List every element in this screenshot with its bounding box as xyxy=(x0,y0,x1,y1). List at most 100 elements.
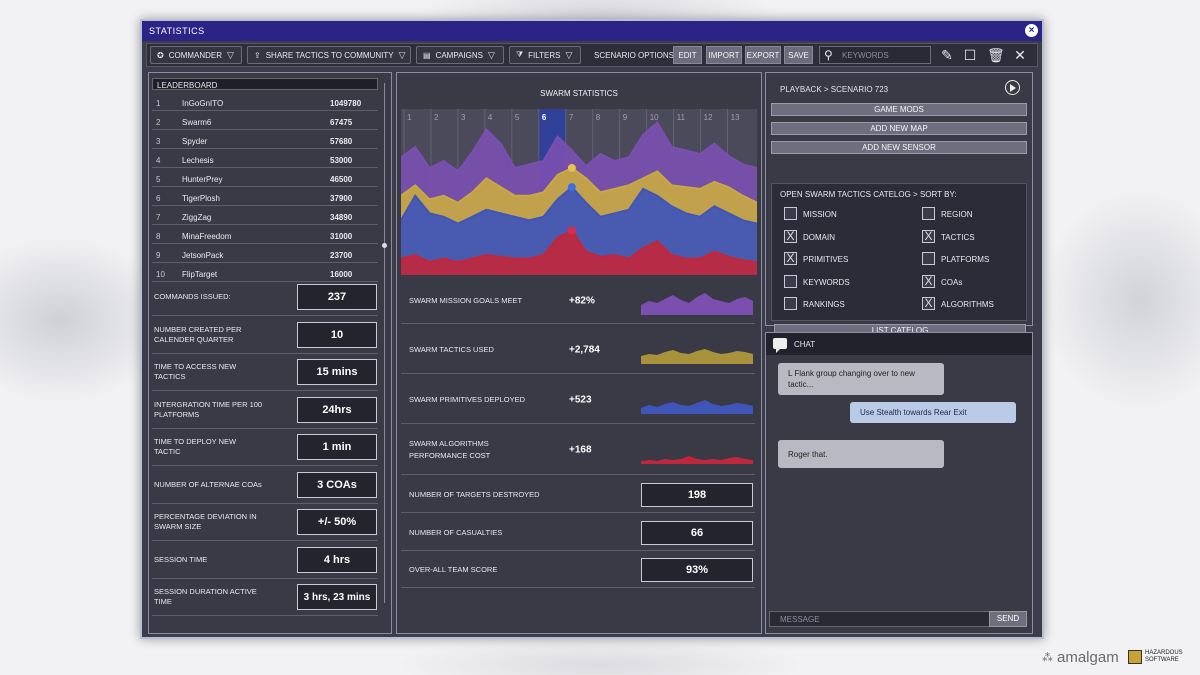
swarm-area-chart: 1 2 3 4 5 6 7 8 9 10 11 12 13 xyxy=(401,109,757,275)
message-input[interactable]: MESSAGE xyxy=(769,611,991,627)
rank: 1 xyxy=(156,99,161,108)
data-point[interactable] xyxy=(567,226,576,235)
leaderboard-row[interactable]: 6 TigerPlosh 37900 xyxy=(152,189,378,206)
total-row: OVER-ALL TEAM SCORE 93% xyxy=(401,552,755,588)
checkbox[interactable]: X xyxy=(922,274,935,288)
scrollbar-handle[interactable] xyxy=(382,243,387,248)
search-box[interactable]: ⚲ KEYWORDS xyxy=(819,46,931,64)
leaderboard-row[interactable]: 5 HunterPrey 46500 xyxy=(152,170,378,187)
player-score: 37900 xyxy=(330,194,353,203)
chat-message: L Flank group changing over to new tacti… xyxy=(778,363,944,395)
edit-note-icon[interactable]: ☐ xyxy=(962,47,978,63)
leaderboard-row[interactable]: 4 Lechesis 53000 xyxy=(152,151,378,168)
metric-row: SWARM TACTICS USED +2,784 xyxy=(401,326,755,374)
checkbox[interactable]: X xyxy=(922,297,935,310)
close-icon[interactable]: × xyxy=(1025,24,1038,37)
hazardous-text: HAZARDOUS xyxy=(1145,650,1183,656)
metric-sparkline xyxy=(641,400,753,414)
stat-label: PERCENTAGE DEVIATION IN SWARM SIZE xyxy=(154,512,257,531)
tools-icon[interactable]: ✕ xyxy=(1012,47,1028,63)
player-name: Swarm6 xyxy=(182,118,212,127)
metric-label: SWARM PRIMITIVES DEPLOYED xyxy=(409,394,525,404)
x-tick-label: 2 xyxy=(434,113,439,122)
sparkline-area xyxy=(641,293,753,315)
catalog-sort-box: OPEN SWARM TACTICS CATELOG > SORT BY: MI… xyxy=(771,183,1027,338)
checkbox[interactable] xyxy=(784,274,797,288)
player-name: Lechesis xyxy=(182,156,214,165)
stat-label: SESSION TIME xyxy=(154,554,208,564)
game-mods-button[interactable]: GAME MODS xyxy=(771,103,1027,116)
stat-value: 4 hrs xyxy=(297,546,377,573)
export-button[interactable]: EXPORT xyxy=(745,46,781,64)
chevron-down-icon: ▽ xyxy=(398,49,406,60)
rank: 10 xyxy=(156,270,165,279)
import-button[interactable]: IMPORT xyxy=(706,46,742,64)
leaderboard-panel: LEADERBOARD 1 InGoGnITO 1049780 2 Swarm6 6747… xyxy=(148,72,392,634)
leaderboard-row[interactable]: 9 JetsonPack 23700 xyxy=(152,246,378,263)
trash-icon[interactable]: 🗑 xyxy=(987,47,1005,63)
stat-label: NUMBER OF ALTERNAE COAs xyxy=(154,479,262,489)
checkbox-label: KEYWORDS xyxy=(803,277,850,287)
stat-row: SESSION TIME 4 hrs xyxy=(152,542,378,579)
edit-button[interactable]: EDIT xyxy=(673,46,702,64)
filters-dropdown[interactable]: ⧩ FILTERS ▽ xyxy=(509,46,581,64)
checkbox[interactable] xyxy=(922,207,935,220)
playback-title: PLAYBACK > SCENARIO 723 xyxy=(780,85,889,94)
campaigns-dropdown[interactable]: ▤ CAMPAIGNS ▽ xyxy=(416,46,504,64)
data-point[interactable] xyxy=(567,183,576,192)
player-score: 1049780 xyxy=(330,99,362,108)
checkbox[interactable]: X xyxy=(784,229,797,243)
metric-label: SWARM MISSION GOALS MEET xyxy=(409,295,523,305)
leaderboard-row[interactable]: 1 InGoGnITO 1049780 xyxy=(152,94,378,111)
sparkline-area xyxy=(641,349,753,364)
metric-value: +168 xyxy=(569,444,592,455)
commander-dropdown[interactable]: ✪ COMMANDER ▽ xyxy=(150,46,242,64)
player-score: 46500 xyxy=(330,175,353,184)
share-tactics-dropdown[interactable]: ⇪ SHARE TACTICS TO COMMUNITY ▽ xyxy=(247,46,411,64)
sparkline-area xyxy=(641,400,753,414)
stat-label: INTERGRATION TIME PER 100 PLATFORMS xyxy=(154,399,263,419)
x-tick-label: 1 xyxy=(407,113,412,122)
player-name: InGoGnITO xyxy=(182,99,224,108)
sparkline-area xyxy=(641,456,753,464)
total-value: 198 xyxy=(641,483,753,507)
search-icon: ⚲ xyxy=(824,48,833,62)
checkbox[interactable] xyxy=(784,207,797,220)
stat-row: NUMBER OF ALTERNAE COAs 3 COAs xyxy=(152,467,378,504)
metric-value: +2,784 xyxy=(569,344,600,355)
attachment-icon[interactable]: ✎ xyxy=(939,47,955,63)
metric-sparkline xyxy=(641,456,753,464)
search-input[interactable]: KEYWORDS xyxy=(842,51,889,60)
stat-value: 3 COAs xyxy=(297,471,377,498)
total-label: NUMBER OF CASUALTIES xyxy=(409,527,503,537)
checkbox[interactable] xyxy=(922,252,935,265)
metric-sparkline xyxy=(641,293,753,315)
scrollbar[interactable] xyxy=(384,83,385,603)
save-button[interactable]: SAVE xyxy=(784,46,813,64)
stat-row: COMMANDS ISSUED: 237 xyxy=(152,279,378,316)
filter-icon: ⧩ xyxy=(516,50,524,59)
data-point[interactable] xyxy=(567,163,576,172)
star-icon: ✪ xyxy=(157,50,164,60)
metric-row: SWARM MISSION GOALS MEET +82% xyxy=(401,278,755,324)
play-icon[interactable] xyxy=(1005,80,1020,95)
chevron-down-icon: ▽ xyxy=(227,49,234,60)
add-new-sensor-button[interactable]: ADD NEW SENSOR xyxy=(771,141,1027,154)
stat-row: TIME TO DEPLOY NEW TACTIC 1 min xyxy=(152,429,378,466)
checkbox[interactable]: X xyxy=(784,252,797,265)
leaderboard-row[interactable]: 2 Swarm6 67475 xyxy=(152,113,378,130)
stat-row: INTERGRATION TIME PER 100 PLATFORMS 24hrs xyxy=(152,392,378,429)
player-name: HunterPrey xyxy=(182,175,223,184)
metric-label: SWARM ALGORITHMS PERFORMANCE COST xyxy=(409,438,491,460)
leaderboard-row[interactable]: 3 Spyder 57680 xyxy=(152,132,378,149)
add-new-map-button[interactable]: ADD NEW MAP xyxy=(771,122,1027,135)
x-tick-label: 7 xyxy=(569,113,574,122)
leaderboard-row[interactable]: 7 ZiggZag 34890 xyxy=(152,208,378,225)
checkbox[interactable]: X xyxy=(922,229,935,243)
checkbox[interactable] xyxy=(784,297,797,310)
send-button[interactable]: SEND xyxy=(989,611,1027,627)
leaderboard-row[interactable]: 8 MinaFreedom 31000 xyxy=(152,227,378,244)
chat-header: CHAT xyxy=(766,333,1032,355)
catalog-title: OPEN SWARM TACTICS CATELOG > SORT BY: xyxy=(780,190,957,199)
checkbox-label: PLATFORMS xyxy=(941,255,990,264)
